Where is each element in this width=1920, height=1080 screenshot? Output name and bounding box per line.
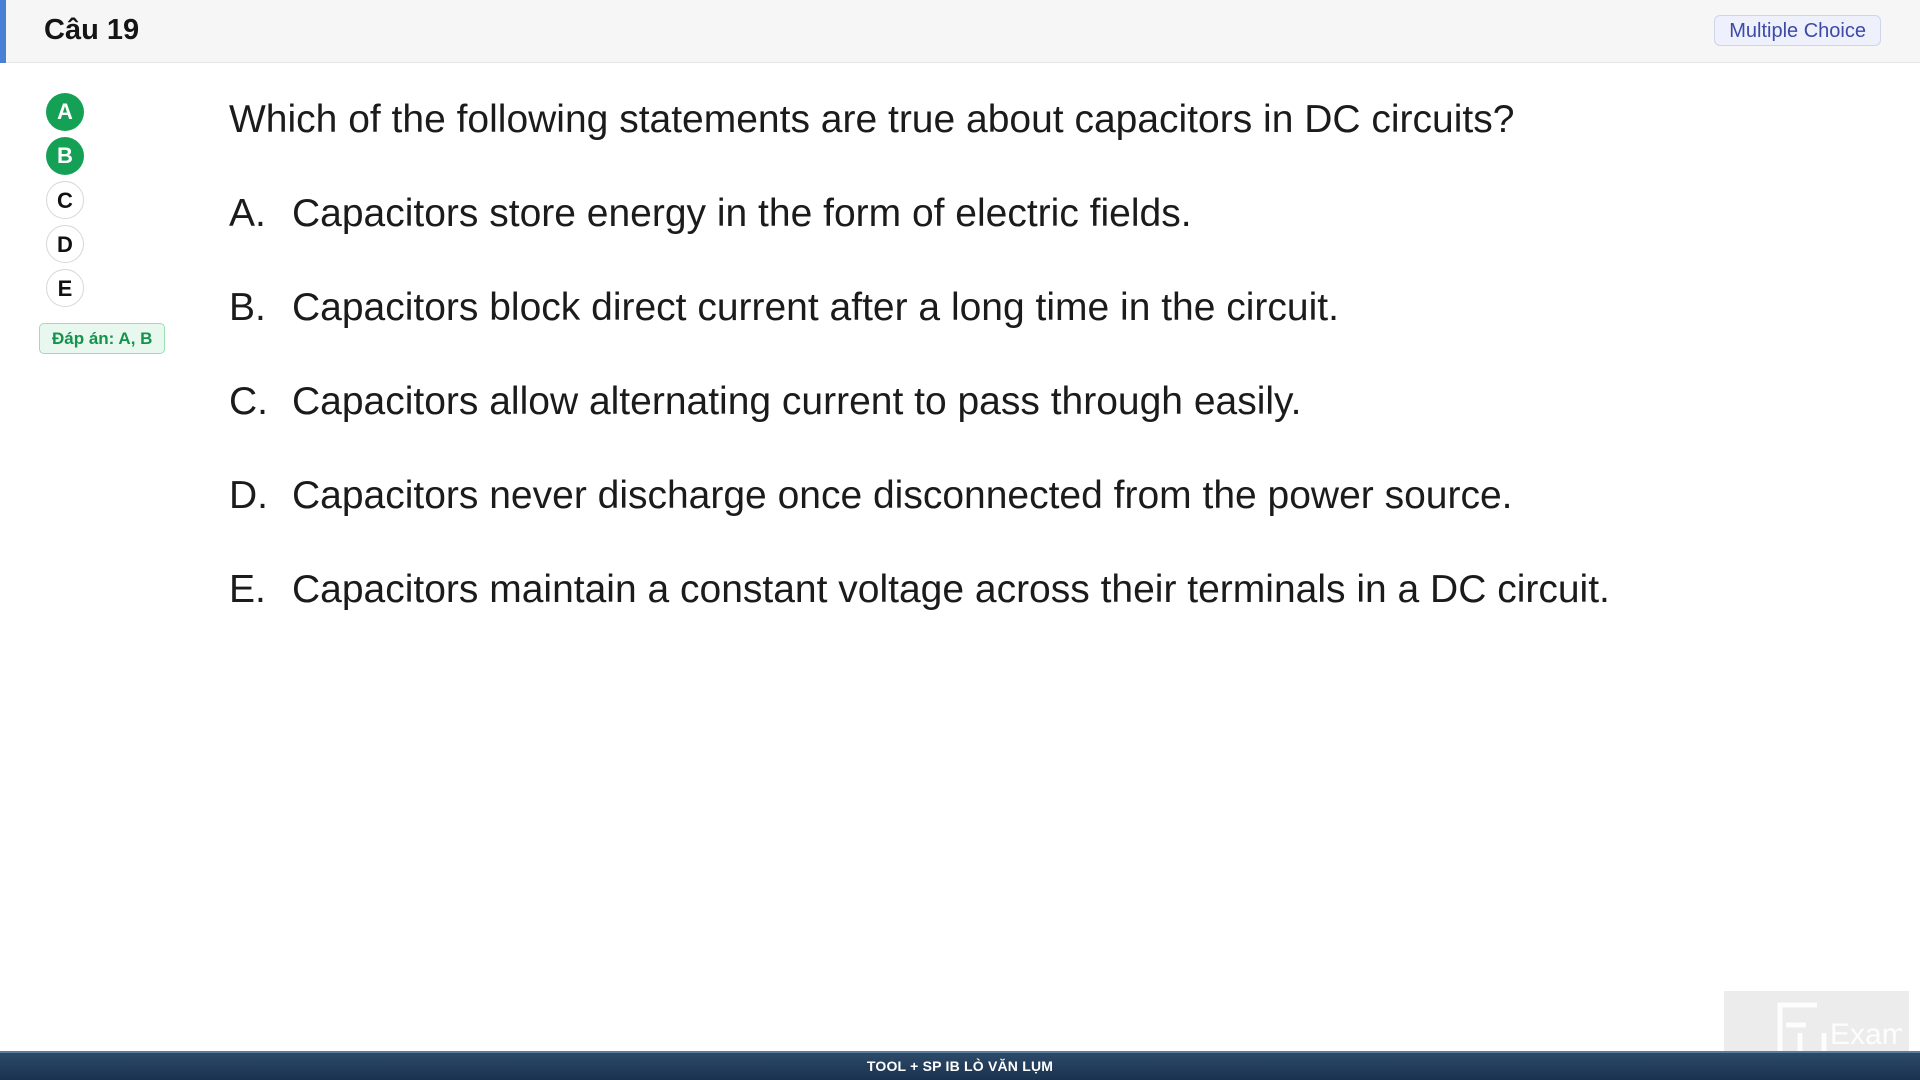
question-type-badge: Multiple Choice — [1714, 15, 1881, 46]
question-number: Câu 19 — [44, 14, 140, 46]
footer-bar: TOOL + SP IB LÒ VĂN LỤM — [0, 1051, 1920, 1080]
answer-choice-c[interactable]: C — [46, 181, 84, 219]
option-text: Capacitors maintain a constant voltage a… — [292, 568, 1610, 611]
option-text: Capacitors allow alternating current to … — [292, 380, 1302, 423]
question-option-b: B. Capacitors block direct current after… — [229, 284, 1749, 332]
footer-text: TOOL + SP IB LÒ VĂN LỤM — [866, 1058, 1054, 1074]
option-text: Capacitors store energy in the form of e… — [292, 192, 1192, 235]
answer-choice-list: A B C D E — [46, 93, 86, 313]
logo-text: Exam — [1830, 1018, 1902, 1051]
answer-choice-d[interactable]: D — [46, 225, 84, 263]
question-text: Which of the following statements are tr… — [229, 98, 1515, 141]
option-text: Capacitors block direct current after a … — [292, 286, 1339, 329]
answer-choice-e[interactable]: E — [46, 269, 84, 307]
option-letter: D. — [229, 474, 268, 517]
question-header: Câu 19 Multiple Choice — [0, 0, 1920, 63]
option-letter: C. — [229, 380, 268, 423]
header-accent-bar — [0, 0, 6, 63]
question-option-a: A. Capacitors store energy in the form o… — [229, 190, 1749, 238]
option-letter: A. — [229, 192, 266, 235]
option-letter: E. — [229, 568, 266, 611]
option-letter: B. — [229, 286, 266, 329]
question-content: Which of the following statements are tr… — [229, 96, 1749, 660]
answer-choice-b[interactable]: B — [46, 137, 84, 175]
answer-key-badge: Đáp án: A, B — [39, 323, 166, 354]
option-text: Capacitors never discharge once disconne… — [292, 474, 1513, 517]
question-option-e: E. Capacitors maintain a constant voltag… — [229, 566, 1749, 614]
question-option-c: C. Capacitors allow alternating current … — [229, 378, 1749, 426]
answer-choice-a[interactable]: A — [46, 93, 84, 131]
question-option-d: D. Capacitors never discharge once disco… — [229, 472, 1749, 520]
